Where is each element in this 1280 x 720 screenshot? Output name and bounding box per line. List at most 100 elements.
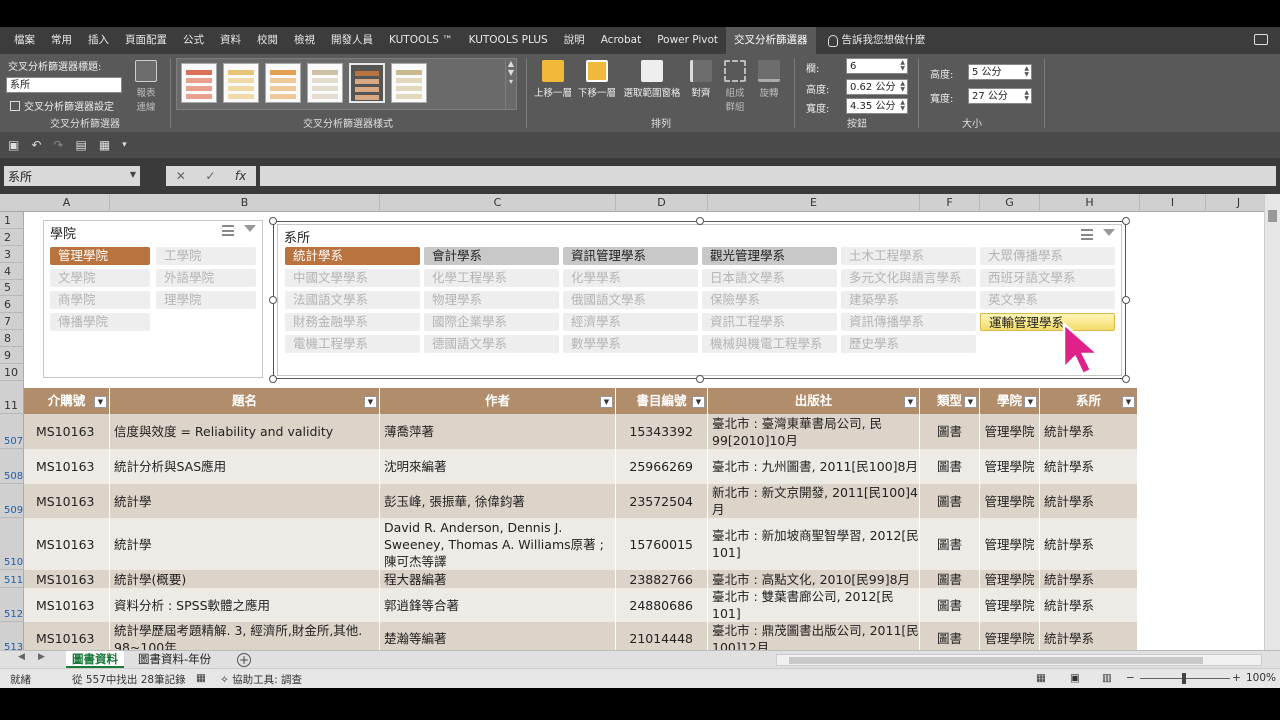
- chevron-down-icon[interactable]: ▼: [600, 396, 613, 408]
- slicer-department-item[interactable]: 會計學系: [424, 247, 559, 265]
- width-input[interactable]: 27 公分 ▲ ▼: [968, 88, 1032, 104]
- row-header[interactable]: 509: [0, 484, 24, 518]
- table-cell[interactable]: 統計學(概要): [110, 570, 380, 588]
- page-break-icon[interactable]: ▥: [1102, 672, 1112, 684]
- chevron-down-icon[interactable]: ▼: [904, 396, 917, 408]
- table-cell[interactable]: 25966269: [616, 449, 708, 484]
- caption-input[interactable]: 系所: [6, 77, 122, 93]
- resize-handle[interactable]: [269, 296, 277, 304]
- sheet-tab-books[interactable]: 圖書資料: [66, 651, 124, 668]
- slicer-department-item[interactable]: 統計學系: [285, 247, 420, 265]
- filter-icon[interactable]: ▼: [1024, 396, 1037, 408]
- insert-function-button[interactable]: fx: [235, 169, 246, 183]
- table-cell[interactable]: 郭逍鋒等合著: [380, 588, 616, 622]
- table-cell[interactable]: 統計學系: [1040, 484, 1138, 518]
- tab-5[interactable]: 資料: [212, 27, 249, 54]
- table-cell[interactable]: 統計學系: [1040, 518, 1138, 570]
- column-header-h[interactable]: H: [1040, 194, 1140, 212]
- table-cell[interactable]: MS10163: [24, 570, 110, 588]
- chevron-down-icon[interactable]: ▼: [364, 396, 377, 408]
- table-cell[interactable]: 資料分析 : SPSS軟體之應用: [110, 588, 380, 622]
- resize-handle[interactable]: [1122, 375, 1130, 383]
- tab-12[interactable]: Acrobat: [593, 27, 650, 54]
- tab-6[interactable]: 校閱: [249, 27, 286, 54]
- row-header[interactable]: 8: [0, 330, 24, 348]
- chevron-down-icon[interactable]: ▼: [692, 396, 705, 408]
- slicer-department-item[interactable]: 日本語文學系: [702, 269, 837, 287]
- resize-handle[interactable]: [269, 375, 277, 383]
- zoom-in-icon[interactable]: +: [1232, 672, 1241, 684]
- slicer-settings-button[interactable]: 交叉分析篩選器設定: [10, 98, 114, 113]
- row-header[interactable]: 9: [0, 347, 24, 365]
- table-cell[interactable]: 圖書: [920, 588, 980, 622]
- sheet-tab-books-year[interactable]: 圖書資料-年份: [132, 651, 217, 668]
- slicer-department-item[interactable]: 資訊工程學系: [702, 313, 837, 331]
- tab-0[interactable]: 檔案: [0, 27, 43, 54]
- table-cell[interactable]: 統計學: [110, 518, 380, 570]
- resize-handle[interactable]: [696, 217, 704, 225]
- table-cell[interactable]: MS10163: [24, 518, 110, 570]
- slicer-department-item[interactable]: 歷史學系: [841, 335, 976, 353]
- table-cell[interactable]: 管理學院: [980, 588, 1040, 622]
- save-icon[interactable]: ▣: [8, 138, 19, 152]
- table-cell[interactable]: 23882766: [616, 570, 708, 588]
- slicer-college-item[interactable]: 工學院: [156, 247, 256, 265]
- row-header[interactable]: 3: [0, 246, 24, 263]
- table-cell[interactable]: 管理學院: [980, 518, 1040, 570]
- tab-1[interactable]: 常用: [43, 27, 80, 54]
- row-header[interactable]: 507: [0, 414, 24, 449]
- slicer-department-item[interactable]: 電機工程學系: [285, 335, 420, 353]
- column-header-i[interactable]: I: [1140, 194, 1206, 212]
- table-cell[interactable]: 程大器編著: [380, 570, 616, 588]
- slicer-department-item[interactable]: 保險學系: [702, 291, 837, 309]
- button-height-input[interactable]: 0.62 公分 ▲ ▼: [846, 79, 908, 95]
- slicer-department-item[interactable]: 觀光管理學系: [702, 247, 837, 265]
- horizontal-scrollbar[interactable]: [776, 654, 1262, 666]
- formula-input[interactable]: [260, 166, 1276, 186]
- table-cell[interactable]: MS10163: [24, 414, 110, 449]
- tab-4[interactable]: 公式: [175, 27, 212, 54]
- table-cell[interactable]: MS10163: [24, 588, 110, 622]
- column-header-e[interactable]: E: [708, 194, 920, 212]
- slicer-department-item[interactable]: 建築學系: [841, 291, 976, 309]
- table-cell[interactable]: 23572504: [616, 484, 708, 518]
- spin-icon[interactable]: ▲ ▼: [900, 81, 905, 93]
- gallery-scroll[interactable]: ▲ ▼ ▾: [505, 58, 517, 110]
- table-cell[interactable]: 統計學: [110, 484, 380, 518]
- zoom-out-icon[interactable]: −: [1126, 672, 1135, 684]
- table-cell[interactable]: 統計學系: [1040, 570, 1138, 588]
- tab-10[interactable]: KUTOOLS PLUS: [461, 27, 556, 54]
- table-cell[interactable]: 管理學院: [980, 484, 1040, 518]
- row-header[interactable]: 5: [0, 280, 24, 297]
- slicer-department-item[interactable]: 機械與機電工程學系: [702, 335, 837, 353]
- undo-icon[interactable]: ↶: [31, 138, 41, 152]
- slicer-style-swatch[interactable]: [265, 63, 301, 103]
- row-header[interactable]: 512: [0, 588, 24, 622]
- table-cell[interactable]: 15760015: [616, 518, 708, 570]
- slicer-college-item[interactable]: 理學院: [156, 291, 256, 309]
- vertical-scrollbar[interactable]: [1264, 194, 1280, 650]
- table-cell[interactable]: 圖書: [920, 414, 980, 449]
- chevron-down-icon[interactable]: ▼: [130, 170, 136, 179]
- resize-handle[interactable]: [1122, 296, 1130, 304]
- filter-icon[interactable]: ▼: [1122, 396, 1135, 408]
- tab-3[interactable]: 頁面配置: [117, 27, 175, 54]
- slicer-department-item[interactable]: 數學學系: [563, 335, 698, 353]
- bring-forward-button[interactable]: 上移一層: [532, 58, 574, 110]
- slicer-department-item[interactable]: 大眾傳播學系: [980, 247, 1115, 265]
- table-cell[interactable]: 圖書: [920, 518, 980, 570]
- slicer-department-item[interactable]: 財務金融學系: [285, 313, 420, 331]
- table-cell[interactable]: 臺北市 : 雙葉書廊公司, 2012[民101]: [708, 588, 920, 622]
- comments-icon[interactable]: [1254, 34, 1268, 45]
- table-cell[interactable]: 信度與效度 = Reliability and validity: [110, 414, 380, 449]
- slicer-college-item[interactable]: 外語學院: [156, 269, 256, 287]
- zoom-level[interactable]: 100%: [1246, 672, 1276, 684]
- slicer-department-item[interactable]: 多元文化與語言學系: [841, 269, 976, 287]
- slicer-department-item[interactable]: 資訊管理學系: [563, 247, 698, 265]
- tab-2[interactable]: 插入: [80, 27, 117, 54]
- scroll-thumb[interactable]: [789, 657, 1203, 664]
- send-backward-button[interactable]: 下移一層: [576, 58, 618, 110]
- table-cell[interactable]: 臺北市 : 高點文化, 2010[民99]8月: [708, 570, 920, 588]
- height-input[interactable]: 5 公分 ▲ ▼: [968, 64, 1032, 80]
- column-header-f[interactable]: F: [920, 194, 980, 212]
